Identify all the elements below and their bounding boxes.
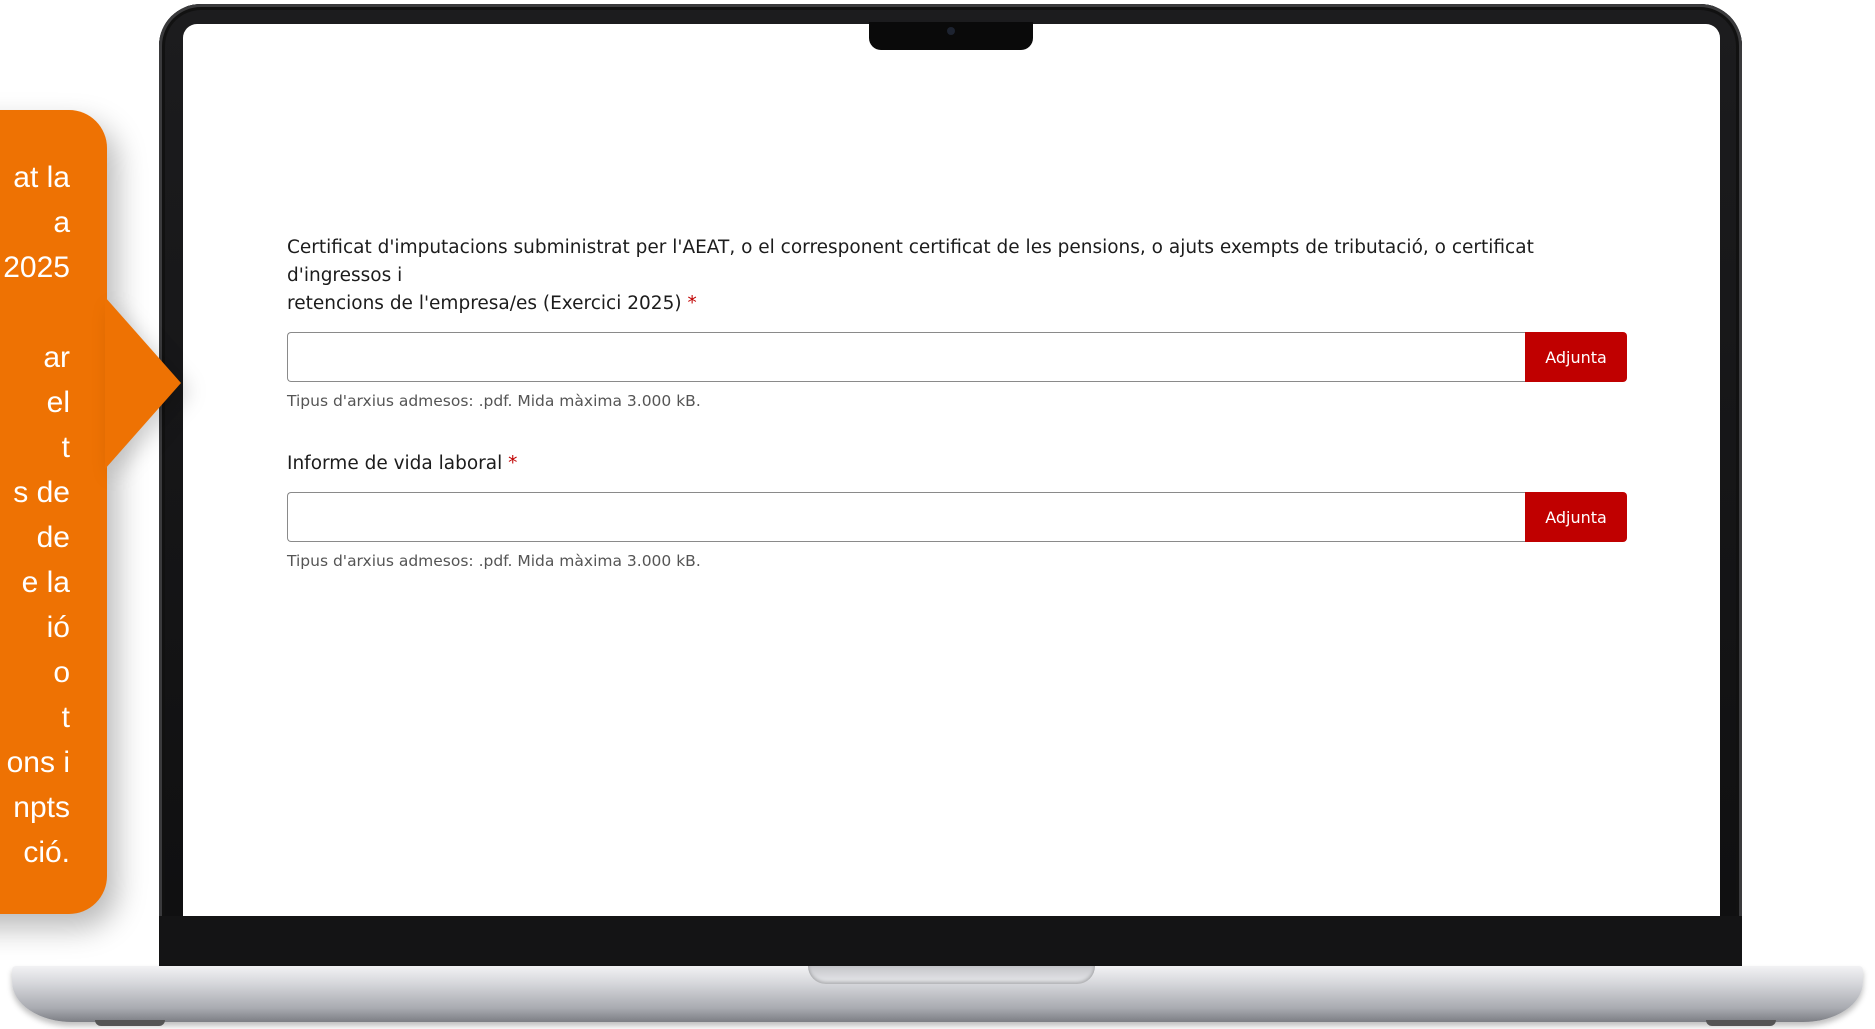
attach-button[interactable]: Adjunta — [1525, 332, 1627, 382]
field-income-certificate: Certificat d'imputacions subministrat pe… — [287, 234, 1627, 410]
callout-pointer-arrow — [105, 297, 181, 469]
laptop-foot-left — [95, 1020, 165, 1026]
file-type-hint: Tipus d'arxius admesos: .pdf. Mida màxim… — [287, 552, 701, 570]
callout-text: at la a 2025 ar el t s de de e la ió o t… — [3, 161, 70, 869]
field-label-line1: Certificat d'imputacions subministrat pe… — [287, 237, 1534, 286]
file-input[interactable] — [287, 332, 1526, 382]
laptop-screen: Certificat d'imputacions subministrat pe… — [183, 24, 1720, 916]
laptop-trackpad-notch — [808, 966, 1095, 984]
field-work-life-report: Informe de vida laboral * Adjunta Tipus … — [287, 450, 1627, 570]
field-label-line2: retencions de l'empresa/es (Exercici 202… — [287, 293, 682, 314]
file-input[interactable] — [287, 492, 1526, 542]
upload-row: Adjunta — [287, 492, 1627, 542]
laptop-foot-right — [1706, 1020, 1776, 1026]
required-asterisk: * — [508, 453, 518, 474]
field-label: Certificat d'imputacions subministrat pe… — [287, 234, 1627, 318]
field-label: Informe de vida laboral * — [287, 450, 1627, 478]
laptop-bottom-bezel — [159, 916, 1742, 966]
attach-button[interactable]: Adjunta — [1525, 492, 1627, 542]
file-type-hint: Tipus d'arxius admesos: .pdf. Mida màxim… — [287, 392, 701, 410]
camera-icon — [947, 27, 955, 35]
required-asterisk: * — [687, 293, 697, 314]
instruction-callout: at la a 2025 ar el t s de de e la ió o t… — [0, 110, 107, 914]
field-label-line1: Informe de vida laboral — [287, 453, 503, 474]
upload-row: Adjunta — [287, 332, 1627, 382]
